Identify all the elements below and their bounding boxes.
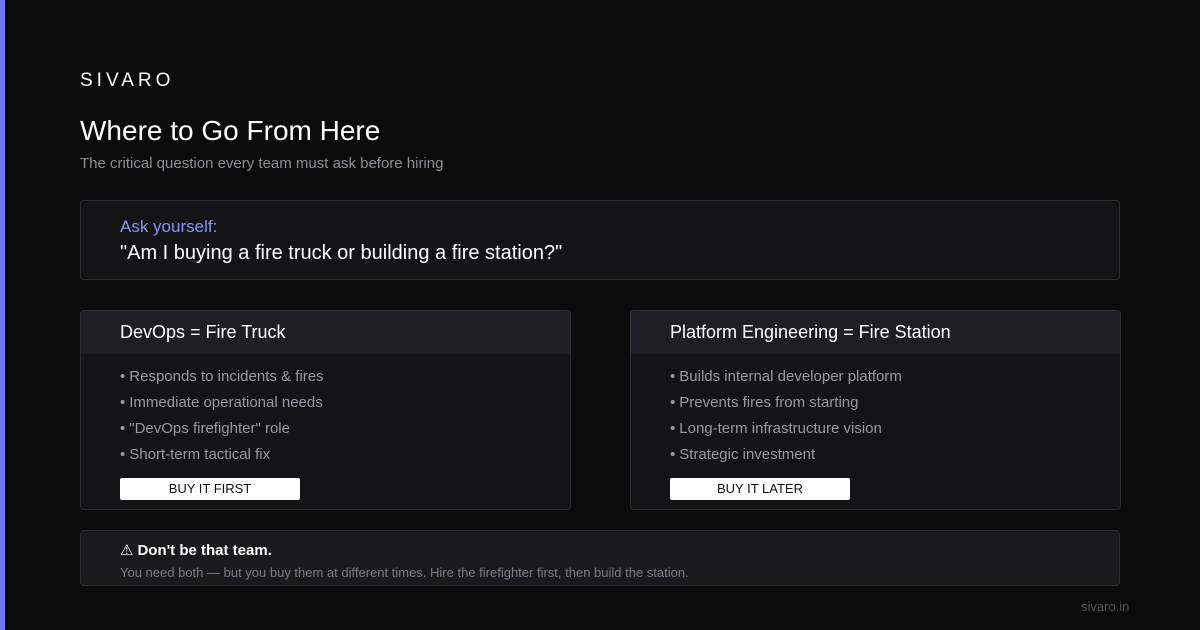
page-subtitle: The critical question every team must as…: [80, 155, 444, 172]
card-list: • Responds to incidents & fires • Immediat…: [120, 368, 324, 472]
list-item: • Builds internal developer platform: [670, 368, 902, 394]
question-callout: Ask yourself: "Am I buying a fire truck …: [80, 200, 1120, 280]
warning-text: You need both — but you buy them at diff…: [120, 565, 689, 580]
list-item: • Responds to incidents & fires: [120, 368, 324, 394]
list-item-text: Prevents fires from starting: [679, 394, 859, 411]
warning-title-text: Don't be that team.: [137, 542, 272, 559]
brand-logo: SIVARO: [80, 70, 175, 91]
bullet-icon: •: [670, 368, 676, 385]
accent-bar: [0, 0, 5, 630]
question-text: "Am I buying a fire truck or building a …: [120, 242, 563, 264]
question-label: Ask yourself:: [120, 217, 218, 236]
card-title: DevOps = Fire Truck: [120, 322, 286, 342]
list-item-text: Builds internal developer platform: [679, 368, 902, 385]
buy-it-first-button[interactable]: BUY IT FIRST: [120, 478, 300, 500]
footer-url: sivaro.in: [1081, 599, 1130, 614]
warning-icon: ⚠: [120, 542, 134, 559]
bullet-icon: •: [120, 446, 126, 463]
list-item: • Strategic investment: [670, 446, 902, 472]
card-title: Platform Engineering = Fire Station: [670, 322, 951, 342]
list-item: • Prevents fires from starting: [670, 394, 902, 420]
bullet-icon: •: [670, 420, 676, 437]
list-item-text: "DevOps firefighter" role: [129, 420, 290, 437]
card-header: DevOps = Fire Truck: [81, 311, 570, 354]
list-item-text: Long-term infrastructure vision: [679, 420, 882, 437]
bullet-icon: •: [670, 446, 676, 463]
bullet-icon: •: [120, 368, 126, 385]
platform-engineering-card: Platform Engineering = Fire Station • Bui…: [630, 310, 1121, 510]
list-item-text: Immediate operational needs: [129, 394, 323, 411]
devops-card: DevOps = Fire Truck • Responds to inciden…: [80, 310, 571, 510]
warning-callout: ⚠ Don't be that team. You need both — but…: [80, 530, 1120, 586]
list-item-text: Strategic investment: [679, 446, 816, 463]
bullet-icon: •: [670, 394, 676, 411]
page-title: Where to Go From Here: [80, 115, 381, 146]
list-item: • Long-term infrastructure vision: [670, 420, 902, 446]
buy-it-later-button[interactable]: BUY IT LATER: [670, 478, 850, 500]
card-header: Platform Engineering = Fire Station: [631, 311, 1120, 354]
list-item-text: Responds to incidents & fires: [129, 368, 324, 385]
card-list: • Builds internal developer platform • Pre…: [670, 368, 902, 472]
list-item: • Immediate operational needs: [120, 394, 324, 420]
bullet-icon: •: [120, 394, 126, 411]
list-item: • "DevOps firefighter" role: [120, 420, 324, 446]
warning-title: ⚠ Don't be that team.: [120, 541, 272, 559]
list-item: • Short-term tactical fix: [120, 446, 324, 472]
bullet-icon: •: [120, 420, 126, 437]
list-item-text: Short-term tactical fix: [129, 446, 271, 463]
